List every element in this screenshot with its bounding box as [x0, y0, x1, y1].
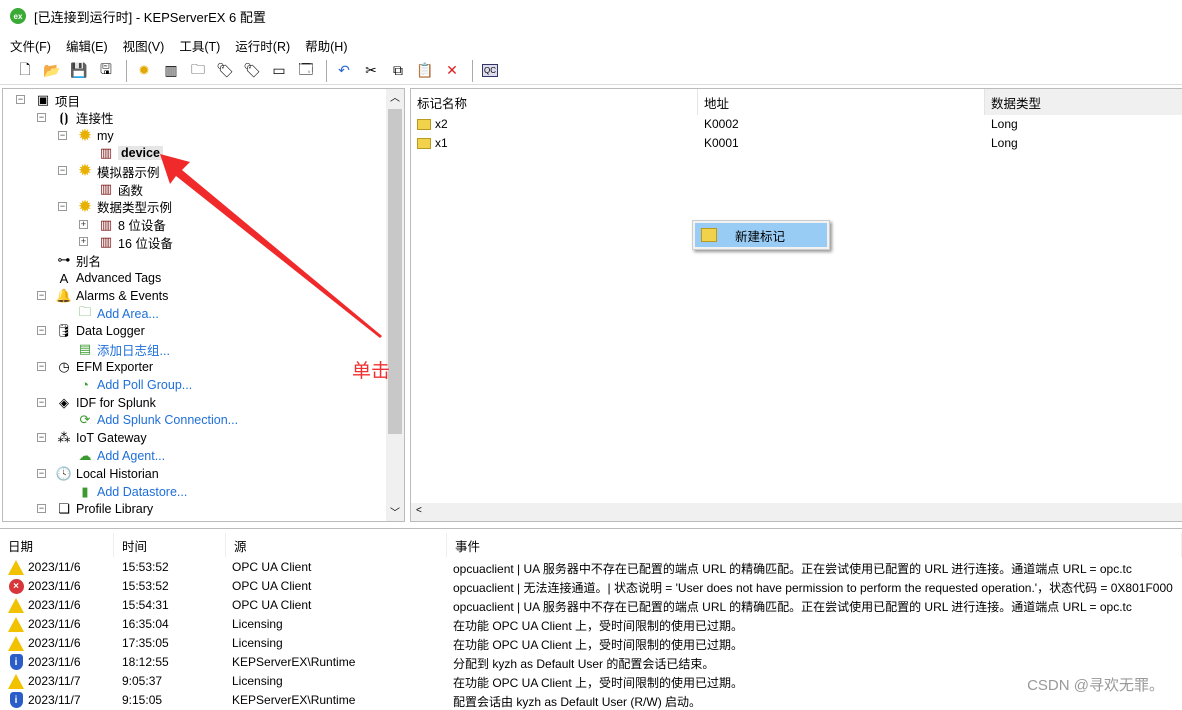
log-time: 18:12:55 — [122, 655, 169, 669]
log-time: 16:35:04 — [122, 617, 169, 631]
log-time: 15:53:52 — [122, 579, 169, 593]
log-time: 9:05:37 — [122, 674, 163, 688]
log-event: opcuaclient | UA 服务器中不存在已配置的端点 URL 的精确匹配… — [453, 562, 1132, 576]
warning-icon — [8, 673, 24, 689]
log-event: 在功能 OPC UA Client 上，受时间限制的使用已过期。 — [453, 619, 744, 633]
annotation-text: 单击 — [352, 361, 391, 382]
log-row[interactable]: 2023/11/6 16:35:04 Licensing 在功能 OPC UA Cli… — [0, 615, 1182, 634]
log-date: 2023/11/7 — [28, 693, 81, 707]
info-icon: i — [8, 692, 24, 708]
log-source: OPC UA Client — [232, 598, 312, 612]
log-time: 17:35:05 — [122, 636, 169, 650]
log-source: Licensing — [232, 674, 283, 688]
info-icon: i — [8, 654, 24, 670]
log-date: 2023/11/6 — [28, 560, 81, 574]
warning-icon — [8, 559, 24, 575]
log-header-time[interactable]: 时间 — [114, 533, 226, 557]
log-row[interactable]: i 2023/11/6 18:12:55 KEPServerEX\Runtime 分配到… — [0, 653, 1182, 672]
log-source: KEPServerEX\Runtime — [232, 655, 356, 669]
log-row[interactable]: 2023/11/6 15:53:52 OPC UA Client opcuaclien… — [0, 558, 1182, 577]
log-source: OPC UA Client — [232, 579, 312, 593]
log-date: 2023/11/6 — [28, 617, 81, 631]
log-event: opcuaclient | UA 服务器中不存在已配置的端点 URL 的精确匹配… — [453, 600, 1132, 614]
event-log: 日期 时间 源 事件 2023/11/6 15:53:52 OPC UA Clien… — [0, 528, 1182, 709]
error-icon: × — [8, 578, 24, 594]
log-event: 分配到 kyzh as Default User 的配置会话已结束。 — [453, 657, 715, 671]
log-event: opcuaclient | 无法连接通道。| 状态说明 = 'User does… — [453, 581, 1173, 595]
watermark: CSDN @寻欢无罪。 — [1027, 677, 1164, 694]
log-event: 配置会话由 kyzh as Default User (R/W) 启动。 — [453, 695, 702, 709]
log-source: OPC UA Client — [232, 560, 312, 574]
log-row[interactable]: 2023/11/6 15:54:31 OPC UA Client opcuaclien… — [0, 596, 1182, 615]
log-header-date[interactable]: 日期 — [0, 533, 114, 557]
log-source: KEPServerEX\Runtime — [232, 693, 356, 707]
log-header-event[interactable]: 事件 — [447, 533, 1182, 557]
warning-icon — [8, 597, 24, 613]
warning-icon — [8, 616, 24, 632]
log-source: Licensing — [232, 636, 283, 650]
log-time: 9:15:05 — [122, 693, 163, 707]
log-time: 15:54:31 — [122, 598, 169, 612]
log-row[interactable]: × 2023/11/6 15:53:52 OPC UA Client opcuaclie… — [0, 577, 1182, 596]
log-time: 15:53:52 — [122, 560, 169, 574]
warning-icon — [8, 635, 24, 651]
log-date: 2023/11/6 — [28, 598, 81, 612]
log-date: 2023/11/6 — [28, 655, 81, 669]
log-date: 2023/11/6 — [28, 636, 81, 650]
log-header-source[interactable]: 源 — [226, 533, 447, 557]
log-row[interactable]: 2023/11/7 9:05:37 Licensing 在功能 OPC UA Clie… — [0, 672, 1182, 691]
log-date: 2023/11/7 — [28, 674, 81, 688]
log-row[interactable]: i 2023/11/7 9:15:05 KEPServerEX\Runtime 配置会话… — [0, 691, 1182, 710]
log-row[interactable]: 2023/11/6 17:35:05 Licensing 在功能 OPC UA Cli… — [0, 634, 1182, 653]
log-date: 2023/11/6 — [28, 579, 81, 593]
log-event: 在功能 OPC UA Client 上，受时间限制的使用已过期。 — [453, 638, 744, 652]
log-source: Licensing — [232, 617, 283, 631]
log-event: 在功能 OPC UA Client 上，受时间限制的使用已过期。 — [453, 676, 744, 690]
